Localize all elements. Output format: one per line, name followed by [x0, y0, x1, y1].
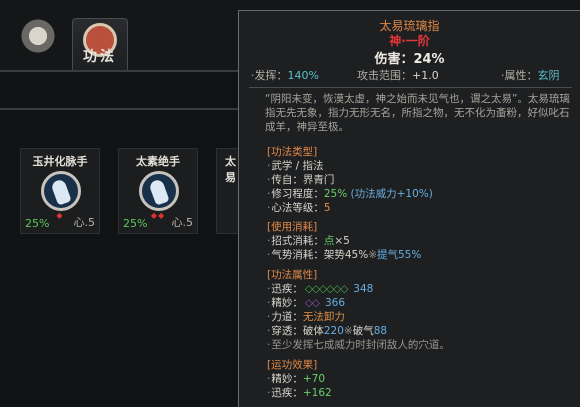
section-title-attrs: [功法属性] [267, 269, 318, 281]
divider [0, 70, 240, 72]
attr-range: 攻击范围：+1.0 [357, 69, 439, 82]
skill-name: 玉井化脉手 [32, 155, 88, 168]
row-school: 传自：界青门 [267, 172, 334, 187]
hand-icon [41, 171, 81, 211]
tooltip-damage: 伤害：24% [374, 52, 445, 67]
skill-card[interactable]: 太素绝手 ◆◆ 25% 心.5 [118, 148, 198, 234]
skill-heart-level: 心.5 [171, 216, 194, 229]
tab-gongfa[interactable]: 功法 [72, 18, 128, 70]
tooltip-description: “阴阳未变，恢漠太虚，神之始而未见气也，谓之太易”。太易琉璃指无先无象，指力无形… [265, 93, 570, 133]
skill-tooltip: 太易琉璃指 神·一阶 伤害：24% ·发挥：140% 攻击范围：+1.0 ·属性… [238, 10, 580, 407]
section-title-effect: [运功效果] [267, 359, 318, 371]
divider [0, 108, 240, 110]
mask-icon [18, 18, 58, 58]
row-category: 武学 / 指法 [267, 158, 324, 173]
row-effect-speed: 迅疾：+162 [267, 385, 332, 400]
skill-name: 太易 [225, 155, 236, 184]
tab-mask[interactable] [10, 18, 66, 70]
skill-mastery: 25% [123, 217, 148, 230]
tooltip-divider [249, 87, 572, 88]
row-pierce: 穿透：破体220※破气88 [267, 323, 387, 338]
attr-property: ·属性：玄阴 [501, 69, 560, 82]
tab-gongfa-label: 功法 [83, 49, 117, 65]
skill-heart-level: 心.5 [73, 216, 96, 229]
skill-mastery: 25% [25, 217, 50, 230]
row-finesse: 精妙：◇◇366 [267, 295, 345, 310]
tooltip-attributes: ·发挥：140% 攻击范围：+1.0 ·属性：玄阴 [239, 67, 580, 85]
skill-card[interactable]: 太易 [216, 148, 240, 234]
skill-name: 太素绝手 [136, 155, 180, 168]
finesse-diamonds-icon: ◇◇ [304, 297, 320, 309]
row-mastery: 修习程度：25% (功法威力+10%) [267, 186, 433, 201]
row-heart-level: 心法等级：5 [267, 200, 331, 215]
row-move-cost: 招式消耗：点×5 [267, 233, 350, 248]
row-speed: 迅疾：◇◇◇◇◇◇348 [267, 281, 373, 296]
section-title-cost: [使用消耗] [267, 221, 318, 233]
section-title-type: [功法类型] [267, 146, 318, 158]
attr-fahui: ·发挥：140% [251, 69, 319, 82]
tooltip-grade: 神·一阶 [389, 34, 430, 48]
hand-icon [139, 171, 179, 211]
row-force: 力道：无法卸力 [267, 309, 345, 324]
row-effect-note: 至少发挥七成威力时封闭敌人的穴道。 [267, 337, 450, 352]
speed-diamonds-icon: ◇◇◇◇◇◇ [304, 283, 348, 295]
row-effect-finesse: 精妙：+70 [267, 371, 325, 386]
row-qi-cost: 气势消耗：架势45%※提气55% [267, 247, 421, 262]
skill-card[interactable]: 玉井化脉手 ◆ 25% 心.5 [20, 148, 100, 234]
